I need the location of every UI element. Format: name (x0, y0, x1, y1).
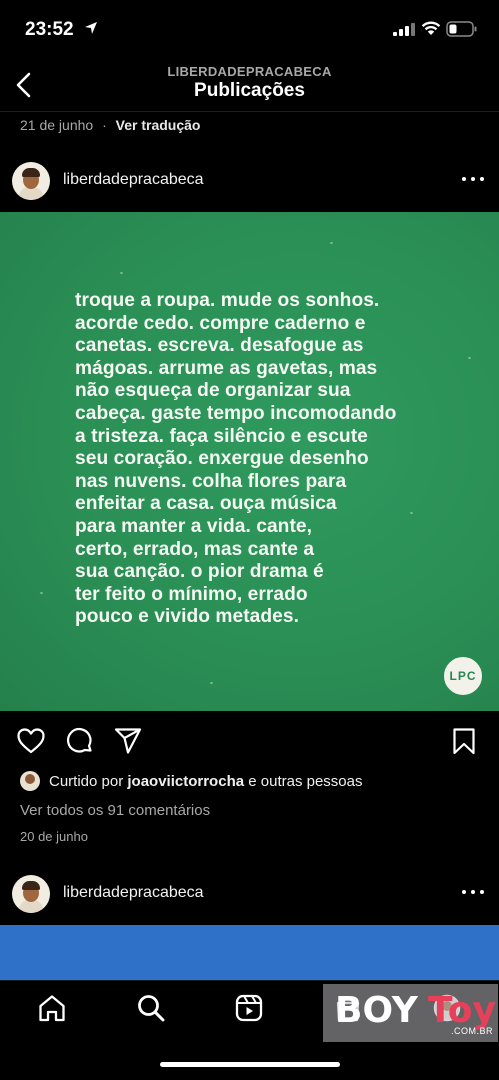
share-paper-plane-icon[interactable] (113, 726, 143, 756)
more-options-icon[interactable] (460, 890, 486, 898)
quote-line: acorde cedo. compre caderno e (75, 312, 366, 334)
previous-post-meta: 21 de junho · Ver tradução (20, 117, 200, 133)
quote-line: seu coração. enxergue desenho (75, 448, 369, 470)
quote-line: canetas. escreva. desafogue as (75, 335, 364, 357)
avatar[interactable] (12, 162, 50, 200)
quote-line: pouco e vivido metades. (75, 606, 299, 628)
account-name: LIBERDADEPRACABECA (167, 64, 332, 79)
previous-post-date: 21 de junho (20, 117, 94, 133)
next-post-image[interactable] (0, 925, 499, 985)
save-bookmark-icon[interactable] (449, 726, 479, 756)
quote-line: mágoas. arrume as gavetas, mas (75, 357, 378, 379)
quote-line: enfeitar a casa. ouça música (75, 493, 337, 515)
like-heart-icon[interactable] (16, 726, 46, 756)
post-action-bar (0, 722, 499, 762)
post-image[interactable]: troque a roupa. mude os sonhos. acorde ce… (0, 212, 499, 711)
post-date: 20 de junho (20, 829, 88, 844)
cellular-signal-icon (393, 23, 415, 36)
quote-line: certo, errado, mas cante a (75, 538, 315, 560)
watermark-brand: BOY (335, 990, 418, 1031)
quote-line: ter feito o mínimo, errado (75, 583, 308, 605)
quote-line: sua canção. o pior drama é (75, 561, 324, 583)
liker-avatar (20, 771, 40, 791)
more-options-icon[interactable] (460, 177, 486, 185)
quote-line: nas nuvens. colha flores para (75, 470, 347, 492)
search-icon[interactable] (136, 993, 166, 1023)
view-all-comments-link[interactable]: Ver todos os 91 comentários (20, 802, 210, 819)
status-bar: 23:52 (0, 0, 499, 58)
next-post-username[interactable]: liberdadepracabeca (63, 884, 204, 902)
page-title: Publicações (194, 80, 305, 101)
watermark-domain: .COM.BR (451, 1026, 494, 1036)
avatar[interactable] (12, 875, 50, 913)
post-header: liberdadepracabeca (0, 160, 499, 200)
watermark-brand-accent: Toy (428, 990, 496, 1031)
post-quote-text: troque a roupa. mude os sonhos. acorde ce… (75, 290, 470, 629)
reels-icon[interactable] (234, 993, 264, 1023)
home-icon[interactable] (37, 993, 67, 1023)
likes-text: Curtido por joaoviictorrocha e outras pe… (49, 773, 363, 790)
post-username[interactable]: liberdadepracabeca (63, 171, 204, 189)
see-translation-link[interactable]: Ver tradução (116, 117, 201, 133)
location-arrow-icon (85, 22, 97, 34)
lpc-logo: LPC (444, 657, 482, 695)
status-time: 23:52 (25, 19, 74, 40)
quote-line: cabeça. gaste tempo incomodando (75, 402, 397, 424)
quote-line: não esqueça de organizar sua (75, 380, 351, 402)
home-indicator (160, 1062, 340, 1067)
separator-dot: · (102, 117, 107, 133)
quote-line: troque a roupa. mude os sonhos. (75, 290, 380, 311)
quote-line: a tristeza. faça silêncio e escute (75, 425, 368, 447)
comment-icon[interactable] (65, 726, 95, 756)
wifi-icon (421, 21, 441, 35)
liked-by-username[interactable]: joaoviictorrocha (127, 773, 244, 790)
watermark-logo: BOY Toy .COM.BR (323, 984, 498, 1042)
quote-line: para manter a vida. cante, (75, 515, 312, 537)
battery-icon (446, 21, 477, 37)
navigation-header: LIBERDADEPRACABECA Publicações (0, 58, 499, 112)
next-post-header: liberdadepracabeca (0, 873, 499, 913)
